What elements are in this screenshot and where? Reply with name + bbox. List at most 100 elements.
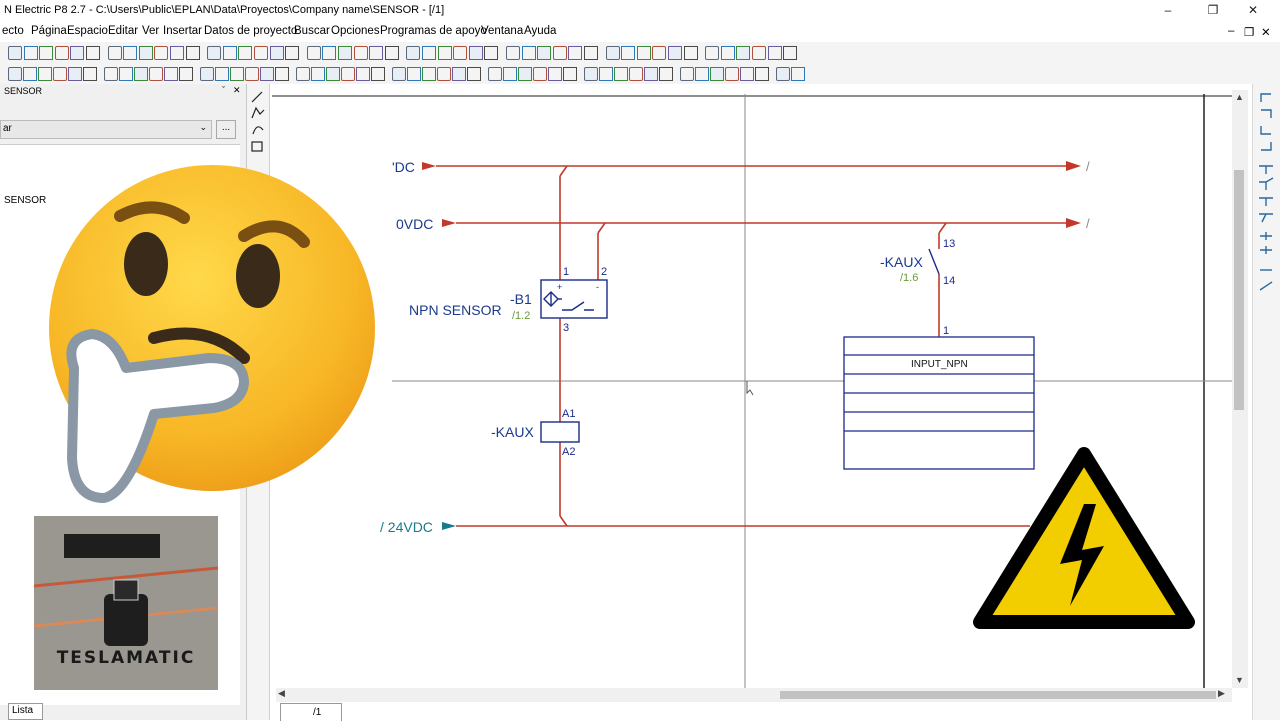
page-tab[interactable]: /1 — [280, 703, 342, 721]
toolbar-tool-icon[interactable] — [621, 46, 636, 60]
toolbar-tool-icon[interactable] — [584, 67, 598, 81]
toolbar-tool-icon[interactable] — [23, 46, 38, 60]
toolbar-tool-icon[interactable] — [185, 46, 200, 60]
toolbar-tool-icon[interactable] — [83, 67, 97, 81]
toolbar-tool-icon[interactable] — [392, 67, 406, 81]
toolbar-tool-icon[interactable] — [652, 46, 667, 60]
toolbar-tool-icon[interactable] — [215, 67, 229, 81]
toolbar-tool-icon[interactable] — [356, 67, 370, 81]
toolbar-tool-icon[interactable] — [119, 67, 133, 81]
tee-branch-icon[interactable] — [1259, 177, 1274, 190]
close-button[interactable]: ✕ — [1233, 0, 1273, 22]
cross-alt-icon[interactable] — [1260, 246, 1272, 254]
scroll-up-icon[interactable]: ▲ — [1235, 92, 1244, 102]
toolbar-tool-icon[interactable] — [776, 67, 790, 81]
menu-ayuda[interactable]: Ayuda — [524, 25, 556, 37]
rail-24vdc-wire[interactable] — [442, 515, 1030, 530]
toolbar-tool-icon[interactable] — [164, 67, 178, 81]
toolbar-tool-icon[interactable] — [521, 46, 536, 60]
toolbar-tool-icon[interactable] — [488, 67, 502, 81]
toolbar-tool-icon[interactable] — [371, 67, 385, 81]
toolbar-tool-icon[interactable] — [338, 46, 352, 60]
line-tool-icon[interactable] — [251, 91, 263, 103]
menu-insertar[interactable]: Insertar — [163, 25, 202, 37]
toolbar-tool-icon[interactable] — [238, 46, 253, 60]
toolbar-tool-icon[interactable] — [720, 46, 735, 60]
menu-editar[interactable]: Editar — [108, 25, 138, 37]
toolbar-tool-icon[interactable] — [695, 67, 709, 81]
toolbar-tool-icon[interactable] — [740, 67, 754, 81]
tee-right-icon[interactable] — [1259, 197, 1273, 206]
arc-tool-icon[interactable] — [252, 126, 264, 135]
toolbar-tool-icon[interactable] — [38, 67, 52, 81]
scroll-down-icon[interactable]: ▼ — [1235, 675, 1244, 685]
toolbar-tool-icon[interactable] — [269, 46, 284, 60]
cross-icon[interactable] — [1260, 232, 1272, 240]
mdi-close-button[interactable]: ✕ — [1261, 25, 1271, 39]
toolbar-tool-icon[interactable] — [422, 46, 436, 60]
toolbar-tool-icon[interactable] — [207, 46, 222, 60]
tee-down-icon[interactable] — [1259, 165, 1273, 174]
toolbar-tool-icon[interactable] — [260, 67, 274, 81]
maximize-button[interactable]: ❐ — [1193, 0, 1233, 22]
menu-buscar[interactable]: Buscar — [294, 25, 330, 37]
toolbar-tool-icon[interactable] — [563, 67, 577, 81]
panel-close-icon[interactable]: ✕ — [233, 85, 241, 96]
mdi-minimize-button[interactable]: – — [1228, 25, 1234, 37]
toolbar-tool-icon[interactable] — [306, 46, 321, 60]
toolbar-tool-icon[interactable] — [230, 67, 244, 81]
toolbar-tool-icon[interactable] — [791, 67, 805, 81]
toolbar-tool-icon[interactable] — [311, 67, 325, 81]
scroll-right-icon[interactable]: ▶ — [1218, 688, 1225, 699]
toolbar-tool-icon[interactable] — [752, 46, 766, 60]
toolbar-tool-icon[interactable] — [222, 46, 237, 60]
toolbar-tool-icon[interactable] — [406, 46, 421, 60]
corner-top-left-icon[interactable] — [1260, 93, 1271, 102]
tee-diagonal-icon[interactable] — [1259, 213, 1273, 223]
toolbar-tool-icon[interactable] — [548, 67, 562, 81]
rail-0vdc-wire[interactable] — [442, 218, 1081, 234]
toolbar-tool-icon[interactable] — [584, 46, 598, 60]
menu-ver[interactable]: Ver — [142, 25, 159, 37]
toolbar-tool-icon[interactable] — [341, 67, 355, 81]
top-rail-wire[interactable] — [422, 161, 1081, 177]
toolbar-tool-icon[interactable] — [599, 67, 613, 81]
toolbar-tool-icon[interactable] — [636, 46, 651, 60]
toolbar-tool-icon[interactable] — [407, 67, 421, 81]
toolbar-tool-icon[interactable] — [384, 46, 399, 60]
toolbar-tool-icon[interactable] — [467, 67, 481, 81]
toolbar-tool-icon[interactable] — [468, 46, 483, 60]
toolbar-tool-icon[interactable] — [149, 67, 163, 81]
toolbar-tool-icon[interactable] — [629, 67, 643, 81]
toolbar-tool-icon[interactable] — [326, 67, 340, 81]
relay-coil-symbol[interactable] — [540, 421, 580, 443]
toolbar-tool-icon[interactable] — [134, 67, 148, 81]
toolbar-tool-icon[interactable] — [23, 67, 37, 81]
toolbar-tool-icon[interactable] — [8, 67, 22, 81]
toolbar-tool-icon[interactable] — [605, 46, 620, 60]
corner-bottom-right-icon[interactable] — [1261, 142, 1272, 151]
relay-contact-symbol[interactable] — [928, 248, 940, 275]
toolbar-tool-icon[interactable] — [453, 46, 468, 60]
toolbar-tool-icon[interactable] — [705, 46, 720, 60]
toolbar-tool-icon[interactable] — [783, 46, 798, 60]
toolbar-tool-icon[interactable] — [422, 67, 436, 81]
corner-top-right-icon[interactable] — [1261, 109, 1272, 118]
toolbar-tool-icon[interactable] — [736, 46, 751, 60]
toolbar-tool-icon[interactable] — [70, 46, 85, 60]
interrupt-icon[interactable] — [1259, 281, 1273, 291]
menu-programas-apoyo[interactable]: Programas de apoyo — [380, 25, 487, 37]
toolbar-tool-icon[interactable] — [437, 67, 451, 81]
toolbar-tool-icon[interactable] — [138, 46, 153, 60]
toolbar-tool-icon[interactable] — [533, 67, 547, 81]
vertical-scroll-thumb[interactable] — [1234, 170, 1244, 410]
menu-datos-proyecto[interactable]: Datos de proyecto — [204, 25, 297, 37]
toolbar-tool-icon[interactable] — [104, 67, 118, 81]
toolbar-tool-icon[interactable] — [568, 46, 583, 60]
toolbar-tool-icon[interactable] — [353, 46, 368, 60]
toolbar-tool-icon[interactable] — [54, 46, 69, 60]
toolbar-tool-icon[interactable] — [755, 67, 769, 81]
filter-select[interactable]: ar ⌄ — [0, 120, 212, 139]
toolbar-tool-icon[interactable] — [53, 67, 67, 81]
toolbar-tool-icon[interactable] — [275, 67, 289, 81]
